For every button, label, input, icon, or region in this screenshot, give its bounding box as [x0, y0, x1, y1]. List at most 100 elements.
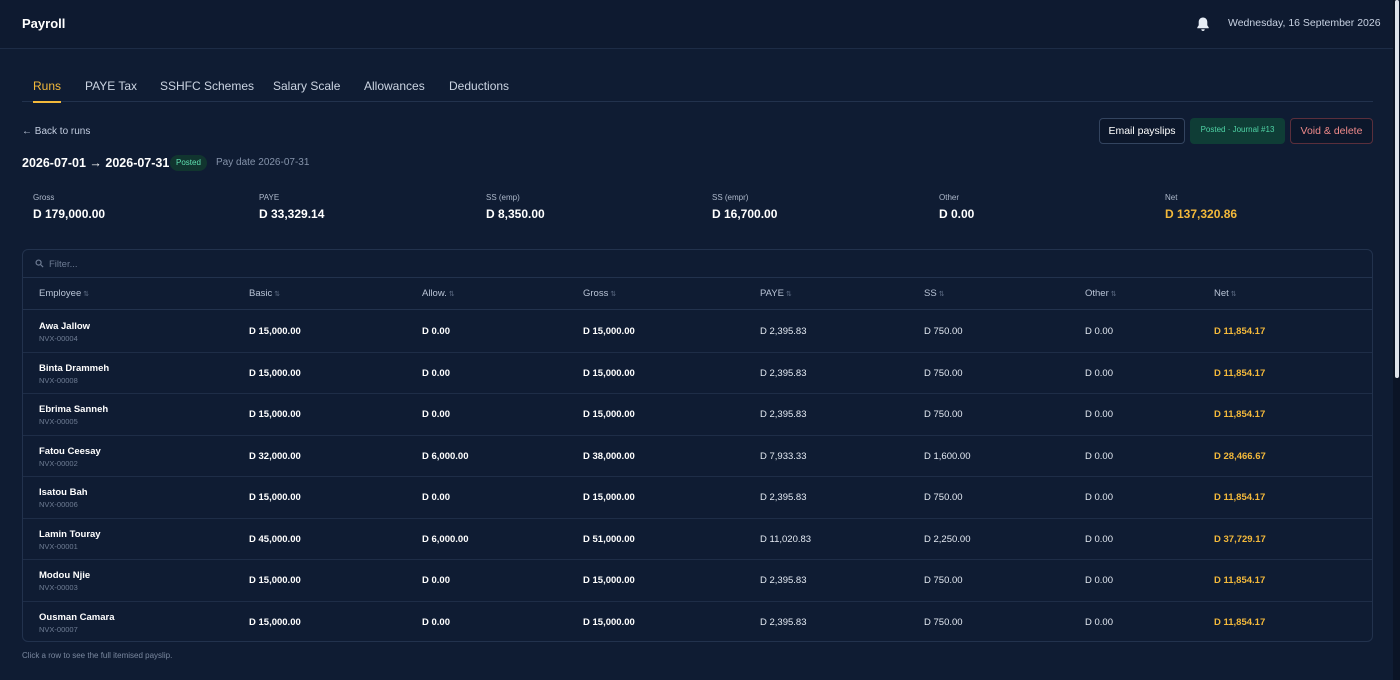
summary-value: D 33,329.14 — [259, 207, 325, 221]
footer-note: Click a row to see the full itemised pay… — [22, 651, 173, 660]
cell-gross: D 15,000.00 — [583, 575, 635, 586]
summary-value: D 8,350.00 — [486, 207, 545, 221]
employee-id: NVX-00005 — [39, 417, 78, 426]
column-label: Basic — [249, 288, 273, 299]
cell-allow: D 6,000.00 — [422, 533, 469, 545]
column-header-employee[interactable]: Employee ⇅ — [39, 288, 89, 299]
employee-id: NVX-00007 — [39, 624, 78, 634]
column-label: Gross — [583, 288, 609, 299]
cell-net: D 11,854.17 — [1214, 575, 1266, 586]
cell-basic: D 15,000.00 — [249, 367, 301, 379]
scrollbar-thumb[interactable] — [1395, 0, 1399, 378]
table-row[interactable]: Modou Njie NVX-00003 D 15,000.00 D 0.00 D 15… — [23, 560, 1372, 602]
cell-basic: D 15,000.00 — [249, 492, 301, 503]
employee-id: NVX-00004 — [39, 334, 78, 343]
tab-bar: Runs PAYE Tax SSHFC Schemes Salary Scale… — [22, 72, 1373, 103]
cell-ss: D 750.00 — [924, 492, 963, 503]
column-header-net[interactable]: Net ⇅ — [1214, 288, 1237, 299]
cell-ss: D 750.00 — [924, 409, 963, 420]
cell-gross: D 15,000.00 — [583, 492, 635, 503]
tab-allowances[interactable]: Allowances — [364, 72, 425, 102]
sort-icon: ⇅ — [938, 291, 945, 298]
void-delete-button[interactable]: Void & delete — [1290, 118, 1373, 144]
pay-date: Pay date 2026-07-31 — [216, 157, 310, 168]
column-label: Allow. — [422, 288, 447, 299]
cell-gross: D 38,000.00 — [583, 450, 635, 462]
cell-other: D 0.00 — [1085, 450, 1113, 462]
cell-ss: D 1,600.00 — [924, 450, 971, 462]
filter-row — [23, 250, 1372, 278]
sort-icon: ⇅ — [83, 291, 90, 298]
journal-status-badge: Posted · Journal #13 — [1190, 118, 1285, 144]
summary-value: D 16,700.00 — [712, 207, 778, 221]
bell-icon[interactable] — [1195, 16, 1211, 32]
cell-ss: D 2,250.00 — [924, 533, 971, 545]
cell-basic: D 45,000.00 — [249, 533, 301, 545]
sort-icon: ⇅ — [274, 291, 281, 298]
summary-label: Other — [939, 193, 960, 202]
sort-icon: ⇅ — [1230, 291, 1237, 298]
employee-name: Isatou Bah — [39, 487, 88, 498]
payslip-table: Employee⇅ Basic⇅ Allow.⇅ Gross⇅ PAYE⇅ SS… — [22, 249, 1373, 642]
cell-allow: D 0.00 — [422, 575, 450, 586]
column-header-gross[interactable]: Gross ⇅ — [583, 288, 616, 299]
cell-other: D 0.00 — [1085, 616, 1113, 628]
email-payslips-button[interactable]: Email payslips — [1099, 118, 1185, 144]
column-header-paye[interactable]: PAYE ⇅ — [760, 288, 792, 299]
table-row[interactable]: Binta Drammeh NVX-00008 D 15,000.00 D 0.00 D… — [23, 353, 1372, 394]
table-row[interactable]: Ebrima Sanneh NVX-00005 D 15,000.00 D 0.00 D… — [23, 394, 1372, 436]
summary-label: SS (emp) — [486, 193, 520, 202]
cell-other: D 0.00 — [1085, 367, 1113, 379]
cell-basic: D 32,000.00 — [249, 450, 301, 462]
tab-paye-tax[interactable]: PAYE Tax — [85, 72, 137, 102]
column-header-allow[interactable]: Allow. ⇅ — [422, 288, 455, 299]
cell-gross: D 15,000.00 — [583, 326, 635, 337]
employee-name: Modou Njie — [39, 570, 91, 581]
summary-paye: PAYE D 33,329.14 — [259, 193, 324, 221]
cell-paye: D 2,395.83 — [760, 326, 807, 337]
employee-id: NVX-00001 — [39, 541, 78, 551]
table-row[interactable]: Lamin Touray NVX-00001 D 45,000.00 D 6,000.… — [23, 519, 1372, 560]
cell-paye: D 2,395.83 — [760, 367, 807, 379]
cell-paye: D 2,395.83 — [760, 575, 807, 586]
table-row[interactable]: Fatou Ceesay NVX-00002 D 32,000.00 D 6,000.… — [23, 436, 1372, 477]
current-date: Wednesday, 16 September 2026 — [1228, 17, 1381, 29]
cell-gross: D 15,000.00 — [583, 616, 635, 628]
cell-net: D 37,729.17 — [1214, 533, 1266, 545]
column-header-other[interactable]: Other ⇅ — [1085, 288, 1117, 299]
cell-basic: D 15,000.00 — [249, 575, 301, 586]
sort-icon: ⇅ — [785, 291, 792, 298]
summary-label: SS (empr) — [712, 193, 749, 202]
sort-icon: ⇅ — [448, 291, 455, 298]
cell-basic: D 15,000.00 — [249, 616, 301, 628]
column-label: Net — [1214, 288, 1229, 299]
cell-paye: D 2,395.83 — [760, 409, 807, 420]
cell-gross: D 51,000.00 — [583, 533, 635, 545]
column-label: PAYE — [760, 288, 784, 299]
employee-name: Ebrima Sanneh — [39, 404, 109, 415]
summary-value: D 0.00 — [939, 207, 975, 221]
cell-paye: D 11,020.83 — [760, 533, 812, 545]
run-period: 2026-07-01 → 2026-07-31 — [22, 156, 170, 170]
tab-runs[interactable]: Runs — [33, 72, 62, 103]
back-to-runs-link[interactable]: ← Back to runs — [22, 126, 90, 137]
tab-deductions[interactable]: Deductions — [449, 72, 509, 102]
column-header-ss[interactable]: SS ⇅ — [924, 288, 945, 299]
cell-allow: D 0.00 — [422, 326, 450, 337]
employee-id: NVX-00002 — [39, 458, 78, 468]
table-row[interactable]: Awa Jallow NVX-00004 D 15,000.00 D 0.00 D 15… — [23, 311, 1372, 353]
cell-allow: D 6,000.00 — [422, 450, 469, 462]
cell-allow: D 0.00 — [422, 492, 450, 503]
cell-net: D 11,854.17 — [1214, 367, 1266, 379]
cell-basic: D 15,000.00 — [249, 409, 301, 420]
table-row[interactable]: Isatou Bah NVX-00006 D 15,000.00 D 0.00 D 15… — [23, 477, 1372, 519]
summary-ss-emp: SS (emp) D 8,350.00 — [486, 193, 545, 221]
employee-id: NVX-00008 — [39, 375, 78, 385]
filter-input[interactable] — [49, 256, 349, 272]
column-label: Employee — [39, 288, 82, 299]
tab-salary-scale[interactable]: Salary Scale — [273, 72, 340, 102]
table-header: Employee ⇅ Basic ⇅ Allow. ⇅ Gross ⇅ PAYE ⇅ SS… — [23, 278, 1372, 310]
column-header-basic[interactable]: Basic ⇅ — [249, 288, 280, 299]
table-row[interactable]: Ousman Camara NVX-00007 D 15,000.00 D 0.00 D… — [23, 602, 1372, 642]
tab-sshfc-schemes[interactable]: SSHFC Schemes — [160, 72, 254, 102]
